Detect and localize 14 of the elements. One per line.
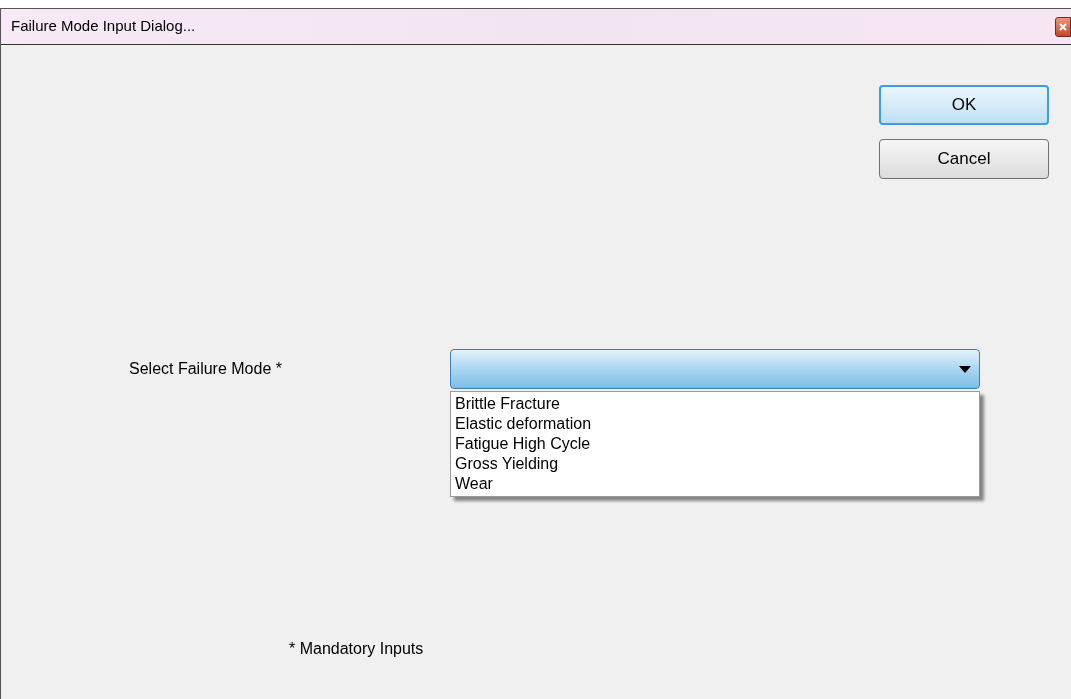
- dropdown-option[interactable]: Wear: [451, 474, 979, 494]
- footnote: * Mandatory Inputs: [289, 639, 425, 659]
- cancel-button[interactable]: Cancel: [879, 139, 1049, 179]
- dropdown-option[interactable]: Brittle Fracture: [451, 394, 979, 414]
- dropdown-option[interactable]: Fatigue High Cycle: [451, 434, 979, 454]
- dropdown-option[interactable]: Gross Yielding: [451, 454, 979, 474]
- window-title: Failure Mode Input Dialog...: [11, 16, 196, 37]
- field-label: Select Failure Mode *: [129, 359, 283, 379]
- caret-icon: [959, 365, 971, 373]
- close-button[interactable]: [1055, 16, 1071, 37]
- close-icon: [1059, 22, 1067, 31]
- ok-button[interactable]: OK: [879, 85, 1049, 125]
- failure-mode-dropdown[interactable]: [450, 349, 980, 389]
- dropdown-option[interactable]: Elastic deformation: [451, 414, 979, 434]
